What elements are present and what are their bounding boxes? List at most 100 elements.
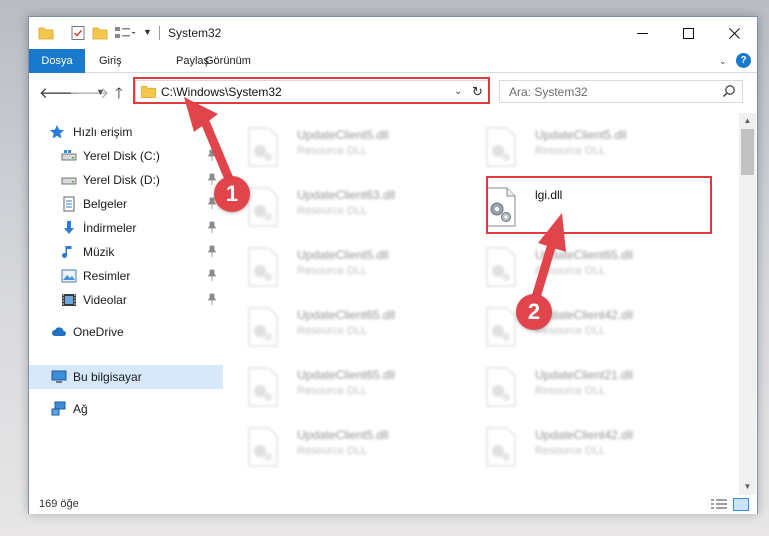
file-name: UpdateClient63.dll [297,188,396,202]
address-bar-highlight [133,77,490,104]
file-item[interactable]: UpdateClient5.dll Resource DLL [463,121,693,173]
search-icon[interactable] [722,84,736,98]
search-input[interactable]: Ara: System32 [509,85,588,99]
file-item[interactable]: UpdateClient21.dll Resource DLL [463,361,693,413]
videos-icon [62,294,76,306]
close-button[interactable] [711,17,757,49]
sidebar-item-label: Hızlı erişim [73,125,133,139]
pin-icon[interactable] [207,149,217,161]
file-item[interactable]: UpdateClient42.dll Resource DLL [463,421,693,473]
dll-file-icon [486,307,516,347]
sidebar-item-label: Yerel Disk (D:) [83,173,160,187]
dll-file-icon [248,307,278,347]
tab-file[interactable]: Dosya [29,49,85,73]
sidebar-item-videos[interactable]: Videolar [29,288,223,312]
dll-file-icon [248,187,278,227]
file-name: UpdateClient42.dll [535,428,634,442]
sidebar-item-label: Videolar [83,293,127,307]
sidebar-item-this-pc[interactable]: Bu bilgisayar [29,365,223,389]
dll-file-icon [248,127,278,167]
status-bar: 169 öğe [29,495,757,514]
file-type: Resource DLL [297,325,368,337]
file-item[interactable]: UpdateClient65.dll Resource DLL [225,301,455,353]
tab-home[interactable]: Giriş [89,49,132,73]
tab-view[interactable]: Görünüm [195,49,261,73]
dll-file-icon [486,367,516,407]
pin-icon[interactable] [207,221,217,233]
expand-ribbon-icon[interactable]: ⌄ [719,56,727,67]
sidebar-item-label: Belgeler [83,197,128,211]
file-item[interactable]: UpdateClient5.dll Resource DLL [225,121,455,173]
file-name: UpdateClient65.dll [297,368,396,382]
sidebar-item-label: Bu bilgisayar [73,370,142,384]
large-icons-view-icon[interactable] [733,498,749,511]
sidebar-item-local-disk-d[interactable]: Yerel Disk (D:) [29,168,223,192]
sidebar-item-label: Yerel Disk (C:) [83,149,160,163]
dll-file-icon [486,247,516,287]
file-item[interactable]: UpdateClient65.dll Resource DLL [225,361,455,413]
sidebar-item-pictures[interactable]: Resimler [29,264,223,288]
dll-file-icon [486,127,516,167]
search-box[interactable]: Ara: System32 [499,80,743,103]
drive-icon [61,150,77,161]
file-name: UpdateClient65.dll [535,248,634,262]
pin-icon[interactable] [207,245,217,257]
step-1-badge: 1 [214,176,250,212]
pictures-icon [61,269,77,283]
dll-file-icon [248,427,278,467]
sidebar-item-local-disk-c[interactable]: Yerel Disk (C:) [29,144,223,168]
scroll-down-icon[interactable]: ▼ [739,479,756,495]
quick-access-dropdown-icon[interactable]: ▼ [143,27,159,43]
file-type: Resource DLL [297,265,368,277]
file-item[interactable]: UpdateClient65.dll Resource DLL [463,241,693,293]
drive-icon [61,177,77,185]
sidebar-item-network[interactable]: Ağ [29,397,223,421]
properties-check-icon[interactable] [70,25,86,41]
recent-locations-dropdown-icon[interactable]: ▼ [96,87,105,97]
file-type: Resource DLL [535,385,606,397]
sidebar-item-onedrive[interactable]: OneDrive [29,320,223,344]
new-folder-icon[interactable] [92,25,108,41]
file-item[interactable]: UpdateClient42.dll Resource DLL [463,301,693,353]
file-item[interactable]: UpdateClient5.dll Resource DLL [225,421,455,473]
file-name: UpdateClient21.dll [535,368,634,382]
file-name: UpdateClient5.dll [535,128,627,142]
navigation-pane: Hızlı erişim Yerel Disk (C:) Yerel Disk … [29,113,223,495]
network-icon [51,401,66,416]
sidebar-item-quick-access[interactable]: Hızlı erişim [29,120,223,144]
pin-icon[interactable] [207,269,217,281]
help-icon[interactable]: ? [736,53,751,68]
sidebar-item-documents[interactable]: Belgeler [29,192,223,216]
up-arrow-icon[interactable]: 🡑 [115,83,123,108]
vertical-scrollbar[interactable]: ▲ ▼ [739,113,756,495]
details-view-icon[interactable] [711,499,727,510]
scroll-up-icon[interactable]: ▲ [739,113,756,129]
view-options-icon[interactable] [114,25,136,41]
ribbon-tabs: Dosya Giriş Paylaş Görünüm ⌄ ? [29,49,757,73]
file-list: UpdateClient5.dll Resource DLL UpdateCli… [225,113,739,495]
pin-icon[interactable] [207,293,217,305]
minimize-button[interactable] [619,17,665,49]
maximize-icon [682,27,694,39]
step-2-badge: 2 [516,294,552,330]
star-icon [49,125,65,139]
file-item[interactable]: UpdateClient5.dll Resource DLL [225,241,455,293]
pin-icon[interactable] [207,173,217,185]
sidebar-item-downloads[interactable]: İndirmeler [29,216,223,240]
sidebar-item-music[interactable]: Müzik [29,240,223,264]
file-name: UpdateClient5.dll [297,128,389,142]
scroll-thumb[interactable] [741,129,754,175]
dll-file-icon [248,247,278,287]
computer-icon [51,370,67,383]
item-count: 169 öğe [39,498,79,510]
maximize-button[interactable] [665,17,711,49]
window-title: System32 [168,26,222,40]
file-type: Resource DLL [535,325,606,337]
file-type: Resource DLL [297,445,368,457]
file-type: Resource DLL [297,145,368,157]
title-bar: ▼ System32 [29,17,757,49]
file-item[interactable]: UpdateClient63.dll Resource DLL [225,181,455,233]
file-highlight [486,176,712,234]
folder-icon [38,27,54,40]
close-icon [728,27,740,39]
